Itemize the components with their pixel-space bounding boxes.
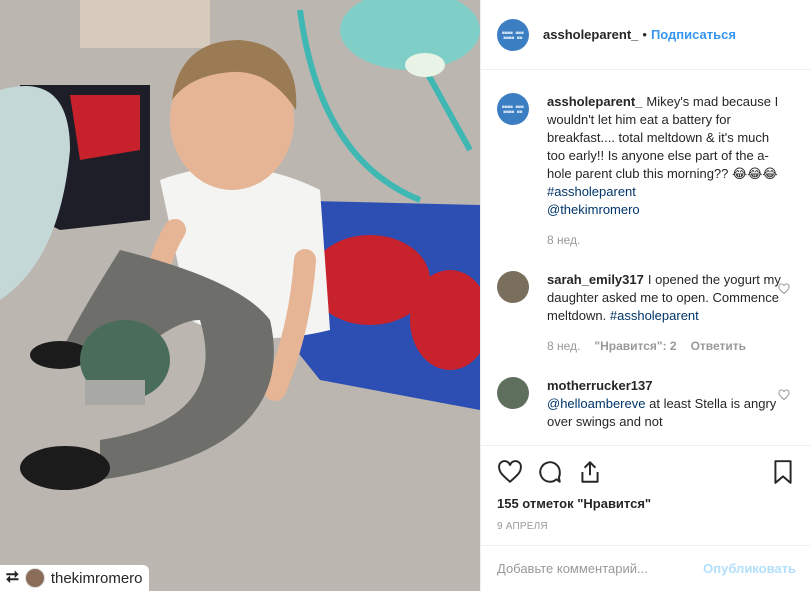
caption-hashtag[interactable]: #assholeparent	[547, 184, 636, 199]
comment-like-heart-icon[interactable]	[778, 389, 790, 401]
comment-item: motherrucker137 @helloambereve at least …	[497, 355, 796, 431]
caption-mention[interactable]: @thekimromero	[547, 202, 640, 217]
comment-icon[interactable]	[537, 459, 563, 485]
post-header: ■■■■ ■■■ ■■■■ ■■ assholeparent_ • Подпис…	[481, 0, 811, 70]
comment-item: sarah_emily317 I opened the yogurt my dau…	[497, 249, 796, 355]
repost-icon: ⮂	[6, 569, 19, 586]
likes-count[interactable]: 155 отметок "Нравится"	[497, 496, 796, 511]
comments-list[interactable]: ■■■■ ■■■ ■■■■ ■■ assholeparent_ Mikey's m…	[481, 71, 811, 445]
post-actions: 155 отметок "Нравится" 9 АПРЕЛЯ	[481, 445, 811, 532]
photo-image	[0, 0, 480, 591]
share-icon[interactable]	[577, 459, 603, 485]
follow-button[interactable]: Подписаться	[651, 27, 736, 42]
post-date[interactable]: 9 АПРЕЛЯ	[497, 521, 796, 532]
post-comment-button[interactable]: Опубликовать	[703, 561, 796, 576]
post-photo[interactable]: ⮂ thekimromero	[0, 0, 480, 591]
comment-username[interactable]: motherrucker137	[547, 378, 653, 393]
comment-time[interactable]: 8 нед.	[547, 337, 580, 355]
post-sidebar: ■■■■ ■■■ ■■■■ ■■ assholeparent_ • Подпис…	[480, 0, 811, 591]
repost-username: thekimromero	[50, 569, 143, 587]
assholeparent-logo-icon: ■■■■ ■■■ ■■■■ ■■	[502, 104, 524, 114]
repost-avatar	[24, 568, 45, 588]
comment-avatar[interactable]	[497, 271, 529, 303]
caption-username[interactable]: assholeparent_	[547, 94, 642, 109]
add-comment-bar: Опубликовать	[481, 545, 811, 591]
account-avatar[interactable]: ■■■■ ■■■ ■■■■ ■■	[497, 18, 529, 51]
header-username[interactable]: assholeparent_	[543, 27, 638, 42]
comment-username[interactable]: sarah_emily317	[547, 272, 644, 287]
comment-avatar[interactable]	[497, 377, 529, 409]
caption-avatar[interactable]: ■■■■ ■■■ ■■■■ ■■	[497, 93, 529, 125]
assholeparent-logo-icon: ■■■■ ■■■ ■■■■ ■■	[502, 29, 524, 40]
header-separator: •	[642, 27, 647, 42]
comment-like-heart-icon[interactable]	[778, 283, 790, 295]
comment-hashtag[interactable]: #assholeparent	[610, 308, 699, 323]
comment-input[interactable]	[497, 561, 704, 576]
bookmark-icon[interactable]	[770, 459, 796, 485]
reply-button[interactable]: Ответить	[691, 337, 746, 355]
caption: ■■■■ ■■■ ■■■■ ■■ assholeparent_ Mikey's m…	[497, 71, 796, 249]
caption-time[interactable]: 8 нед.	[547, 231, 580, 249]
comment-likes[interactable]: "Нравится": 2	[594, 337, 676, 355]
heart-icon[interactable]	[497, 459, 523, 485]
repost-credit[interactable]: ⮂ thekimromero	[0, 565, 149, 591]
comment-mention[interactable]: @helloambereve	[547, 396, 645, 411]
